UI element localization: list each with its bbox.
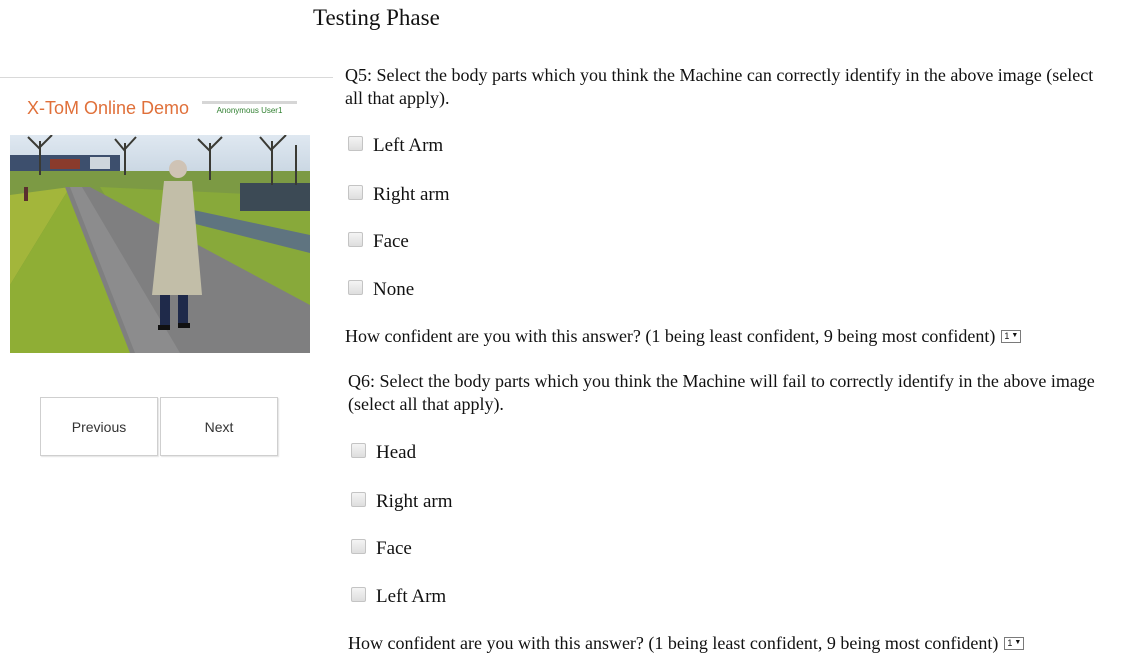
divider: [0, 77, 333, 78]
checkbox[interactable]: [351, 586, 366, 602]
q5-option-none[interactable]: None: [348, 279, 414, 301]
option-label: Head: [376, 442, 417, 463]
q6-option-left-arm[interactable]: Left Arm: [351, 586, 446, 608]
next-button[interactable]: Next: [160, 397, 278, 456]
option-label: Right arm: [376, 491, 453, 512]
q5-option-left-arm[interactable]: Left Arm: [348, 135, 443, 157]
option-label: Face: [373, 231, 409, 252]
checkbox[interactable]: [351, 442, 366, 458]
checkbox[interactable]: [348, 184, 363, 200]
q6-confidence-select[interactable]: 1 ▼: [1004, 636, 1025, 650]
checkbox[interactable]: [348, 231, 363, 247]
q6-question: Q6: Select the body parts which you thin…: [348, 371, 1095, 414]
confidence-label: How confident are you with this answer? …: [345, 326, 996, 346]
select-value: 1: [1007, 638, 1013, 648]
checkbox[interactable]: [351, 538, 366, 554]
q5-confidence-select[interactable]: 1 ▼: [1001, 329, 1022, 343]
option-label: Left Arm: [376, 586, 447, 607]
q5-option-face[interactable]: Face: [348, 231, 409, 253]
option-label: None: [373, 279, 415, 300]
user-badge: Anonymous User1: [202, 101, 297, 118]
page-title: Testing Phase: [313, 5, 440, 30]
q6-option-right-arm[interactable]: Right arm: [351, 491, 453, 513]
option-label: Face: [376, 538, 412, 559]
checkbox[interactable]: [351, 491, 366, 507]
q5-option-right-arm[interactable]: Right arm: [348, 184, 450, 206]
q6-option-head[interactable]: Head: [351, 442, 416, 464]
brand-title: X-ToM Online Demo: [27, 98, 190, 118]
confidence-label: How confident are you with this answer? …: [348, 633, 999, 653]
q5-confidence: How confident are you with this answer? …: [345, 325, 1022, 347]
option-label: Right arm: [373, 184, 450, 205]
chevron-down-icon: ▼: [1014, 639, 1022, 646]
test-image: [10, 135, 310, 353]
q6-option-face[interactable]: Face: [351, 538, 412, 560]
select-value: 1: [1004, 331, 1010, 341]
q5-question: Q5: Select the body parts which you thin…: [345, 65, 1094, 108]
option-label: Left Arm: [373, 135, 444, 156]
chevron-down-icon: ▼: [1011, 332, 1019, 339]
previous-button[interactable]: Previous: [40, 397, 158, 456]
q6-confidence: How confident are you with this answer? …: [348, 632, 1025, 654]
checkbox[interactable]: [348, 279, 363, 295]
checkbox[interactable]: [348, 135, 363, 151]
